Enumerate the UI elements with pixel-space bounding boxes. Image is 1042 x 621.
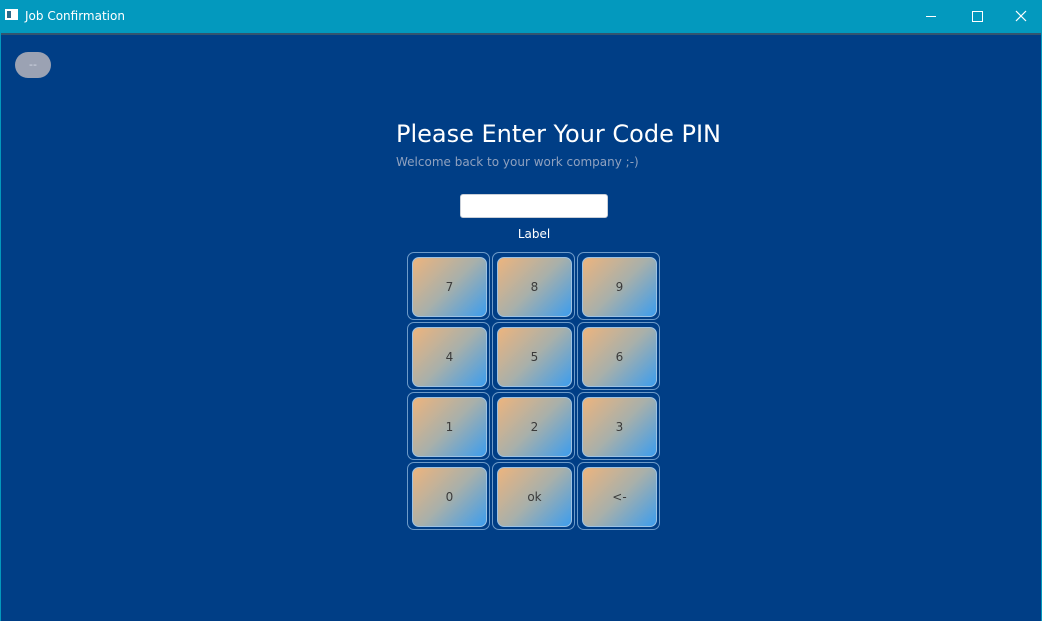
keypad-cell: 7 (407, 252, 490, 320)
app-window: Job Confirmation -- Please Enter Your Co… (0, 0, 1042, 621)
window-title: Job Confirmation (25, 9, 125, 23)
key-5[interactable]: 5 (497, 327, 572, 387)
menu-toggle-button[interactable]: -- (15, 52, 51, 78)
key-0[interactable]: 0 (412, 467, 487, 527)
ok-button[interactable]: ok (497, 467, 572, 527)
key-7[interactable]: 7 (412, 257, 487, 317)
minimize-icon (926, 16, 936, 17)
page-subtitle: Welcome back to your work company ;-) (396, 155, 639, 169)
keypad-cell: ok (492, 462, 575, 530)
keypad-cell: 6 (577, 322, 660, 390)
key-4[interactable]: 4 (412, 327, 487, 387)
close-icon (1015, 10, 1027, 22)
keypad-cell: 4 (407, 322, 490, 390)
maximize-icon (972, 11, 983, 22)
main-panel: -- Please Enter Your Code PIN Welcome ba… (1, 33, 1041, 621)
keypad-cell: 5 (492, 322, 575, 390)
minimize-button[interactable] (908, 0, 954, 32)
keypad-cell: 9 (577, 252, 660, 320)
key-9[interactable]: 9 (582, 257, 657, 317)
key-1[interactable]: 1 (412, 397, 487, 457)
page-title: Please Enter Your Code PIN (396, 120, 721, 148)
keypad-cell: 8 (492, 252, 575, 320)
pin-status-label: Label (517, 227, 551, 241)
maximize-button[interactable] (954, 0, 1000, 32)
keypad-cell: 0 (407, 462, 490, 530)
key-8[interactable]: 8 (497, 257, 572, 317)
key-2[interactable]: 2 (497, 397, 572, 457)
close-button[interactable] (998, 0, 1042, 32)
keypad-cell: 3 (577, 392, 660, 460)
app-window-icon (5, 9, 18, 20)
keypad-cell: 1 (407, 392, 490, 460)
pin-input[interactable] (460, 194, 608, 218)
key-6[interactable]: 6 (582, 327, 657, 387)
keypad-cell: 2 (492, 392, 575, 460)
title-bar[interactable]: Job Confirmation (0, 0, 1042, 32)
key-3[interactable]: 3 (582, 397, 657, 457)
backspace-button[interactable]: <- (582, 467, 657, 527)
keypad-cell: <- (577, 462, 660, 530)
